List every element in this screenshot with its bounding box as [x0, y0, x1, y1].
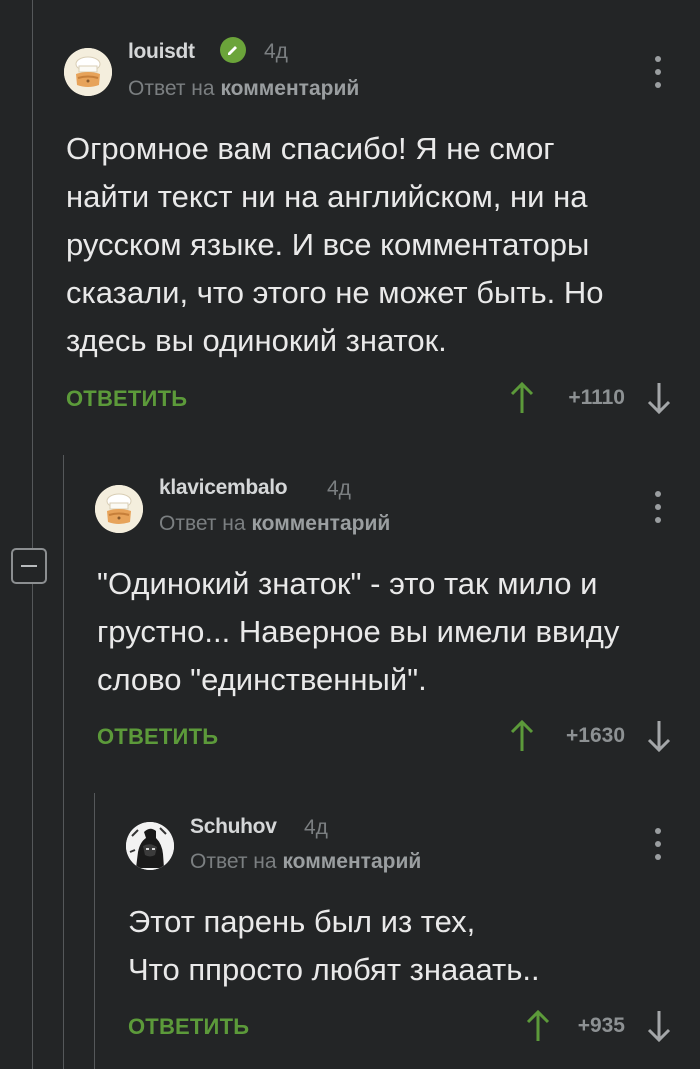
comment-menu-button[interactable]	[653, 828, 663, 860]
reply-button[interactable]: ОТВЕТИТЬ	[128, 1014, 249, 1040]
menu-dot-icon	[655, 828, 661, 834]
comment-time: 4д	[304, 816, 328, 839]
comment-text-line: Что ппросто любят знааать..	[128, 952, 540, 987]
vote-down-button[interactable]	[645, 1009, 673, 1043]
comment-text: Этот парень был из тех, Что ппросто любя…	[128, 898, 540, 994]
arrow-down-icon	[647, 1011, 671, 1043]
comment-thread: louisdt 4д Ответ на комментарий Огромное…	[0, 0, 700, 1069]
avatar[interactable]	[126, 822, 174, 870]
comment-text-line: Этот парень был из тех,	[128, 904, 476, 939]
comment: Schuhov 4д Ответ на комментарий Этот пар…	[0, 0, 700, 1069]
reply-to-link[interactable]: комментарий	[282, 850, 421, 873]
reply-to-prefix: Ответ на	[190, 850, 277, 873]
comment-score: +935	[577, 1014, 625, 1037]
menu-dot-icon	[655, 841, 661, 847]
reply-to-line: Ответ на комментарий	[190, 850, 421, 874]
menu-dot-icon	[655, 854, 661, 860]
dark-portrait-avatar	[126, 822, 174, 870]
author-name[interactable]: Schuhov	[190, 815, 277, 839]
